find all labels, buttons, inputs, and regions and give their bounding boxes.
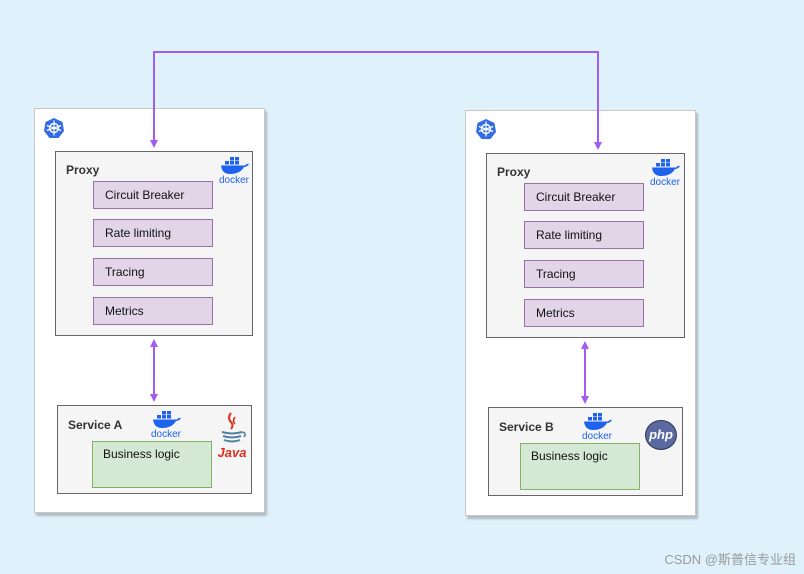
diagram-canvas: Proxy docker Circuit Breaker Rate limiti… — [0, 0, 804, 574]
watermark: CSDN @斯普信专业组 — [664, 552, 796, 567]
connectors — [150, 51, 602, 404]
top-connector-arrow — [150, 51, 602, 150]
